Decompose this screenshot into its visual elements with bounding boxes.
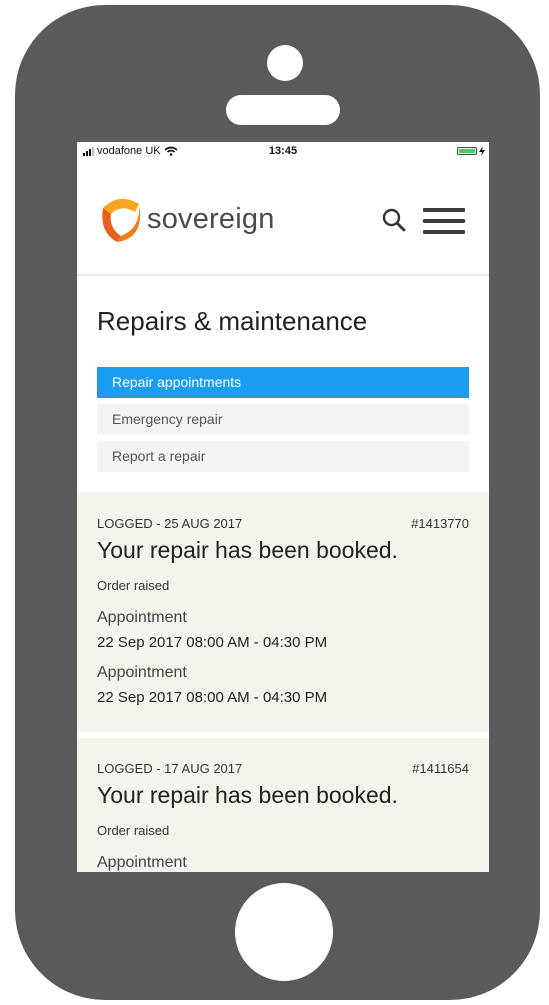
charging-icon: [479, 146, 485, 156]
hamburger-menu-icon[interactable]: [423, 208, 465, 234]
repair-number: #1411654: [412, 761, 469, 776]
sovereign-logo-icon: [102, 198, 141, 242]
appointment-time: 22 Sep 2017 08:00 AM - 04:30 PM: [97, 634, 328, 651]
battery-icon: [457, 147, 477, 155]
logo[interactable]: sovereign: [95, 194, 275, 244]
repair-card[interactable]: LOGGED - 17 AUG 2017 #1411654 Your repai…: [77, 738, 489, 872]
status-right: [457, 146, 485, 156]
logo-text: sovereign: [147, 202, 275, 235]
subnav-item-repair-appointments[interactable]: Repair appointments: [97, 367, 469, 398]
repair-status: Order raised: [97, 823, 170, 838]
search-icon[interactable]: [381, 207, 407, 233]
repair-number: #1413770: [411, 516, 469, 531]
page-title: Repairs & maintenance: [97, 306, 368, 336]
appointment-label: Appointment: [97, 854, 187, 871]
subnav-item-emergency-repair[interactable]: Emergency repair: [97, 404, 469, 435]
repair-status: Order raised: [97, 578, 170, 593]
appointment-label: Appointment: [97, 664, 187, 681]
repair-card[interactable]: LOGGED - 25 AUG 2017 #1413770 Your repai…: [77, 492, 489, 732]
appointment-time: 22 Sep 2017 08:00 AM - 04:30 PM: [97, 689, 328, 706]
subnav-item-report-a-repair[interactable]: Report a repair: [97, 441, 469, 472]
status-time: 13:45: [268, 145, 298, 157]
repair-logged-date: LOGGED - 25 AUG 2017: [97, 516, 243, 531]
site-header: sovereign: [77, 162, 489, 276]
appointment-label: Appointment: [97, 609, 187, 626]
speaker-slot: [226, 95, 340, 125]
repair-logged-date: LOGGED - 17 AUG 2017: [97, 761, 243, 776]
camera-circle: [267, 45, 303, 81]
subnav: Repair appointments Emergency repair Rep…: [97, 367, 469, 478]
repair-title: Your repair has been booked.: [97, 782, 398, 808]
status-bar: vodafone UK 13:45: [77, 142, 489, 162]
phone-screen: vodafone UK 13:45 sovereign Repairs & ma…: [77, 142, 489, 872]
home-button[interactable]: [235, 883, 333, 981]
repair-title: Your repair has been booked.: [97, 537, 398, 563]
